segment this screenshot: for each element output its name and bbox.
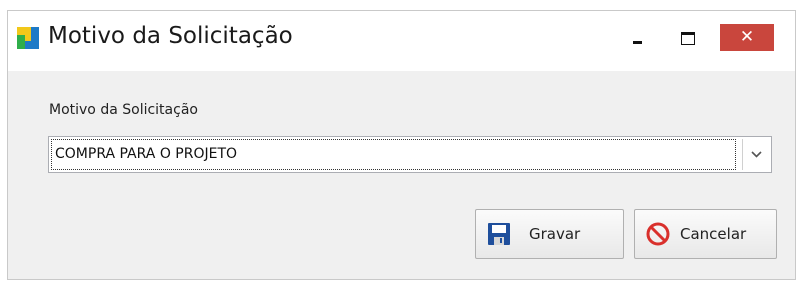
motivo-select-value: COMPRA PARA O PROJETO <box>51 139 736 170</box>
dialog-body: Motivo da Solicitação COMPRA PARA O PROJ… <box>8 71 795 279</box>
save-button-label: Gravar <box>529 225 581 243</box>
no-entry-icon <box>646 222 670 246</box>
window-title: Motivo da Solicitação <box>48 23 293 49</box>
floppy-disk-icon <box>488 223 510 245</box>
dropdown-button[interactable] <box>742 139 769 170</box>
maximize-button[interactable] <box>668 24 704 51</box>
maximize-icon <box>681 32 695 45</box>
cancel-button[interactable]: Cancelar <box>634 209 777 259</box>
save-button[interactable]: Gravar <box>475 209 624 259</box>
dialog-window: Motivo da Solicitação ✕ Motivo da Solici… <box>7 10 796 280</box>
minimize-button[interactable] <box>619 24 655 51</box>
close-icon: ✕ <box>739 27 755 47</box>
motivo-label: Motivo da Solicitação <box>49 102 198 118</box>
title-bar[interactable]: Motivo da Solicitação ✕ <box>8 11 795 71</box>
chevron-down-icon <box>750 151 762 158</box>
app-icon <box>17 27 39 49</box>
minimize-icon <box>633 41 642 44</box>
motivo-select[interactable]: COMPRA PARA O PROJETO <box>48 136 772 173</box>
close-button[interactable]: ✕ <box>720 24 774 51</box>
cancel-button-label: Cancelar <box>680 225 747 243</box>
